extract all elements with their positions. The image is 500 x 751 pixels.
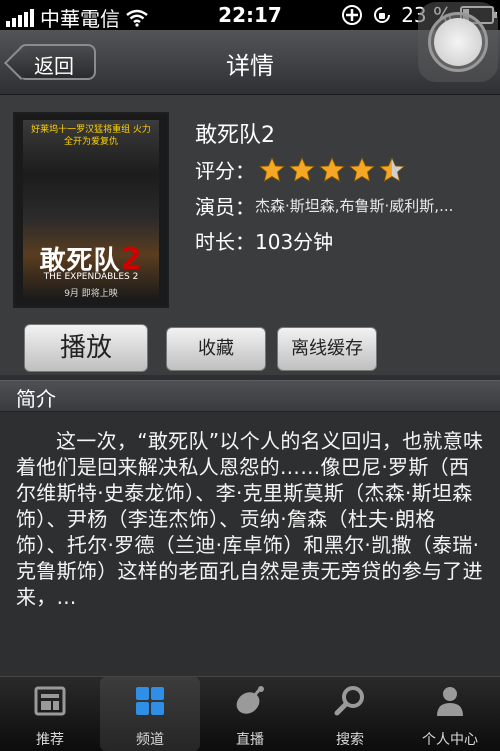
search-icon [334, 686, 364, 716]
poster-artwork: 好莱坞十一罗汉猛将重组 火力全开为爱复仇 敢死队2 THE EXPENDABLE… [23, 120, 159, 300]
actors-value: 杰森·斯坦森,布鲁斯·威利斯,... [255, 197, 454, 215]
tab-label: 频道 [136, 732, 164, 748]
duration-value: 103分钟 [255, 230, 334, 254]
assistive-touch-button[interactable] [418, 2, 498, 82]
actors-label: 演员： [195, 195, 255, 219]
tab-search[interactable]: 搜索 [300, 677, 400, 751]
star-full-icon [348, 156, 376, 183]
actors-row: 演员： 杰森·斯坦森,布鲁斯·威利斯,... [195, 191, 453, 220]
favorite-button[interactable]: 收藏 [166, 327, 266, 371]
intro-text: 这一次，“敢死队”以个人的名义回归，也就意味着他们是回来解决私人恩怨的……像巴尼… [16, 429, 484, 609]
assistive-touch-core [434, 18, 482, 66]
recommend-icon [34, 686, 66, 716]
star-full-icon [288, 156, 316, 183]
movie-poster: 好莱坞十一罗汉猛将重组 火力全开为爱复仇 敢死队2 THE EXPENDABLE… [13, 112, 169, 308]
live-satellite-icon [236, 686, 264, 714]
intro-header: 简介 [0, 380, 500, 412]
rating-label: 评分： [195, 159, 255, 183]
movie-title: 敢死队2 [195, 123, 275, 148]
location-icon [342, 5, 363, 25]
duration-label: 时长： [195, 230, 255, 254]
star-half-icon [378, 156, 406, 183]
star-full-icon [258, 156, 286, 183]
tab-label: 个人中心 [422, 732, 478, 748]
tab-recommend[interactable]: 推荐 [0, 677, 100, 751]
tab-profile[interactable]: 个人中心 [400, 677, 500, 751]
rating-stars [258, 156, 406, 183]
user-icon [437, 687, 463, 716]
poster-release: 9月 即将上映 [64, 289, 118, 299]
poster-tagline: 好莱坞十一罗汉猛将重组 火力全开为爱复仇 [31, 125, 151, 147]
tab-channel[interactable]: 频道 [100, 677, 200, 751]
channel-grid-icon [136, 687, 164, 715]
play-button[interactable]: 播放 [24, 324, 148, 372]
movie-detail-card: 好莱坞十一罗汉猛将重组 火力全开为爱复仇 敢死队2 THE EXPENDABLE… [0, 95, 500, 375]
rating-row: 评分： [195, 155, 406, 184]
tab-label: 搜索 [336, 732, 364, 748]
tab-label: 推荐 [36, 732, 64, 748]
tab-live[interactable]: 直播 [200, 677, 300, 751]
duration-row: 时长： 103分钟 [195, 226, 333, 255]
offline-cache-button[interactable]: 离线缓存 [277, 327, 377, 371]
poster-title-en: THE EXPENDABLES 2 [43, 272, 139, 282]
rotation-lock-icon [374, 7, 391, 23]
star-full-icon [318, 156, 346, 183]
intro-heading: 简介 [16, 387, 56, 411]
tab-label: 直播 [236, 732, 264, 748]
tab-bar: 推荐 频道 直播 搜索 个人中心 [0, 676, 500, 751]
